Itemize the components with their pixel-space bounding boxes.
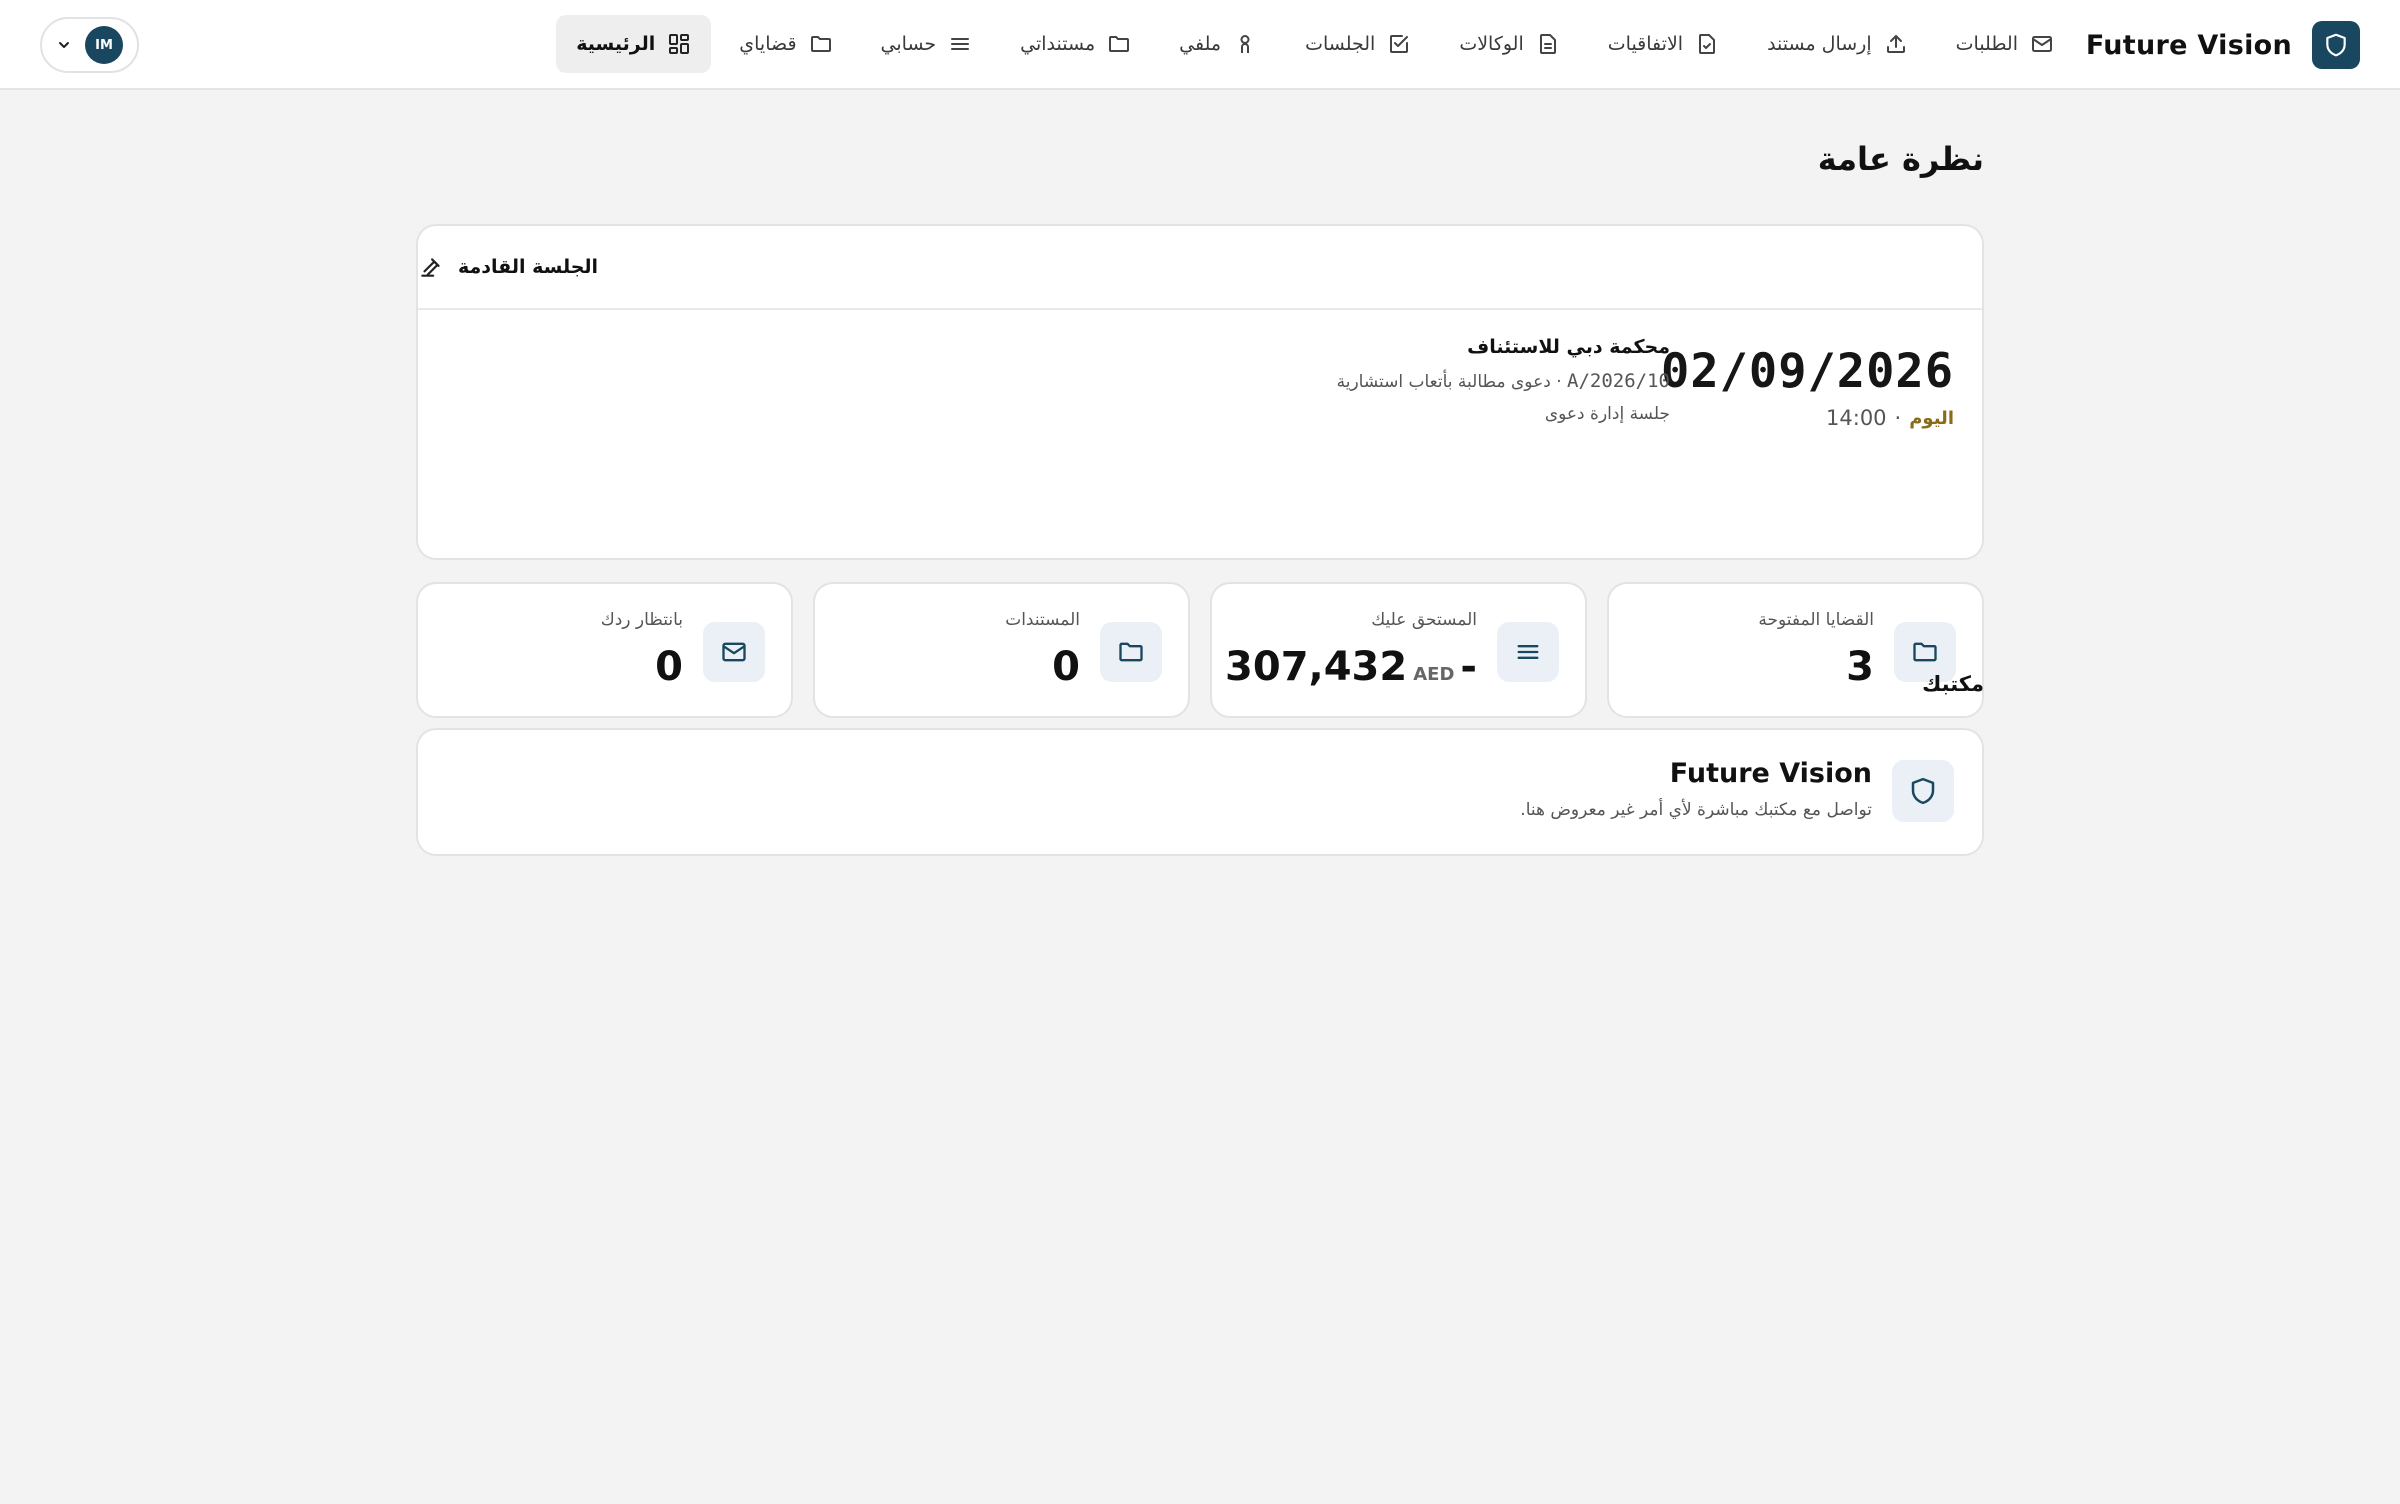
nav-item-label: الاتفاقيات — [1607, 33, 1684, 55]
stat-card-open-cases[interactable]: القضايا المفتوحة 3 — [1607, 582, 1984, 718]
page-title: نظرة عامة — [1817, 140, 1984, 178]
stat-value: 307,432 AED - — [1225, 644, 1477, 690]
next-session-card[interactable]: الجلسة القادمة 02/09/2026 اليوم · 14:00 … — [416, 224, 1984, 560]
nav-item-agreements[interactable]: الاتفاقيات — [1588, 15, 1739, 73]
court-name: محكمة دبي للاستئناف — [1467, 336, 1670, 358]
nav-item-label: الجلسات — [1305, 33, 1376, 55]
nav-item-my-documents[interactable]: مستنداتي — [1000, 15, 1151, 73]
shield-logo-icon — [2312, 21, 2360, 69]
stat-card-awaiting-reply[interactable]: بانتظار ردك 0 — [416, 582, 793, 718]
stat-value: 3 — [1846, 644, 1874, 690]
nav-item-requests[interactable]: الطلبات — [1936, 15, 2074, 73]
office-description: تواصل مع مكتبك مباشرة لأي أمر غير معروض … — [1520, 800, 1872, 820]
stat-card-documents[interactable]: المستندات 0 — [813, 582, 1190, 718]
folder-icon — [1109, 36, 1130, 52]
nav-item-sessions[interactable]: الجلسات — [1285, 15, 1431, 73]
office-card[interactable]: Future Vision تواصل مع مكتبك مباشرة لأي … — [416, 728, 1984, 856]
session-details: محكمة دبي للاستئناف 10/A/2026 · دعوى مطا… — [1337, 336, 1670, 424]
nav-item-label: حسابي — [880, 33, 937, 55]
nav-item-send-document[interactable]: إرسال مستند — [1747, 15, 1928, 73]
session-time-row: اليوم · 14:00 — [1826, 406, 1954, 430]
nav-item-my-account[interactable]: حسابي — [861, 15, 993, 73]
next-session-header: الجلسة القادمة — [418, 226, 1982, 310]
currency: AED — [1413, 664, 1455, 685]
user-menu-button[interactable]: IM — [40, 17, 139, 73]
shield-icon — [1892, 760, 1954, 822]
session-date: 02/09/2026 — [1661, 344, 1954, 399]
stat-label: المستندات — [1005, 610, 1080, 630]
nav-item-my-profile[interactable]: ملفي — [1159, 15, 1277, 73]
stat-label: المستحق عليك — [1371, 610, 1477, 630]
office-heading: مكتبك — [1922, 672, 1984, 696]
file-check-icon — [1699, 34, 1716, 54]
case-title: · دعوى مطالبة بأتعاب استشارية — [1336, 372, 1562, 392]
amount-value: 307,432 — [1225, 644, 1408, 690]
stat-value: 0 — [655, 644, 683, 690]
menu-lines-icon — [951, 38, 970, 50]
amount-sign: - — [1460, 644, 1477, 690]
stat-label: بانتظار ردك — [600, 610, 683, 630]
stat-card-amount-due[interactable]: المستحق عليك 307,432 AED - — [1210, 582, 1587, 718]
office-name: Future Vision — [1669, 758, 1872, 789]
folder-icon — [1100, 622, 1162, 682]
today-label: اليوم — [1909, 407, 1954, 429]
session-type: جلسة إدارة دعوى — [1544, 404, 1670, 424]
brand-name: Future Vision — [2085, 29, 2292, 61]
mail-icon — [703, 622, 765, 682]
menu-lines-icon — [1497, 622, 1559, 682]
case-number: 10/A/2026 — [1567, 370, 1670, 392]
folder-icon — [810, 36, 831, 52]
nav-item-power-of-attorney[interactable]: الوكالات — [1439, 15, 1579, 73]
stat-value: 0 — [1052, 644, 1080, 690]
stat-label: القضايا المفتوحة — [1758, 610, 1874, 630]
nav-item-label: إرسال مستند — [1767, 33, 1872, 55]
nav-item-label: مستنداتي — [1020, 33, 1096, 55]
nav-item-label: الوكالات — [1459, 33, 1524, 55]
nav-item-label: قضاياي — [739, 33, 797, 55]
chevron-down-icon — [59, 42, 69, 48]
upload-icon — [1886, 35, 1905, 53]
user-icon — [1240, 35, 1250, 53]
dashboard-icon — [669, 34, 690, 54]
avatar: IM — [85, 26, 123, 64]
mail-icon — [2032, 36, 2052, 52]
nav-item-label: الطلبات — [1955, 33, 2018, 55]
nav-item-my-cases[interactable]: قضاياي — [719, 15, 852, 73]
brand[interactable]: Future Vision — [2086, 20, 2360, 70]
separator: · — [1894, 406, 1902, 430]
case-line: 10/A/2026 · دعوى مطالبة بأتعاب استشارية — [1337, 370, 1670, 392]
check-square-icon — [1390, 35, 1409, 53]
main-nav: الرئيسية قضاياي حسابي مستنداتي ملفي الجل… — [556, 15, 2074, 73]
session-time: 14:00 — [1826, 406, 1887, 430]
nav-item-label: ملفي — [1179, 33, 1222, 55]
nav-item-label: الرئيسية — [576, 33, 656, 55]
gavel-icon — [421, 258, 440, 277]
next-session-title: الجلسة القادمة — [458, 256, 599, 278]
document-icon — [1539, 34, 1556, 54]
nav-item-home[interactable]: الرئيسية — [556, 15, 712, 73]
top-navigation-bar: Future Vision الرئيسية قضاياي حسابي مستن… — [0, 0, 2400, 90]
